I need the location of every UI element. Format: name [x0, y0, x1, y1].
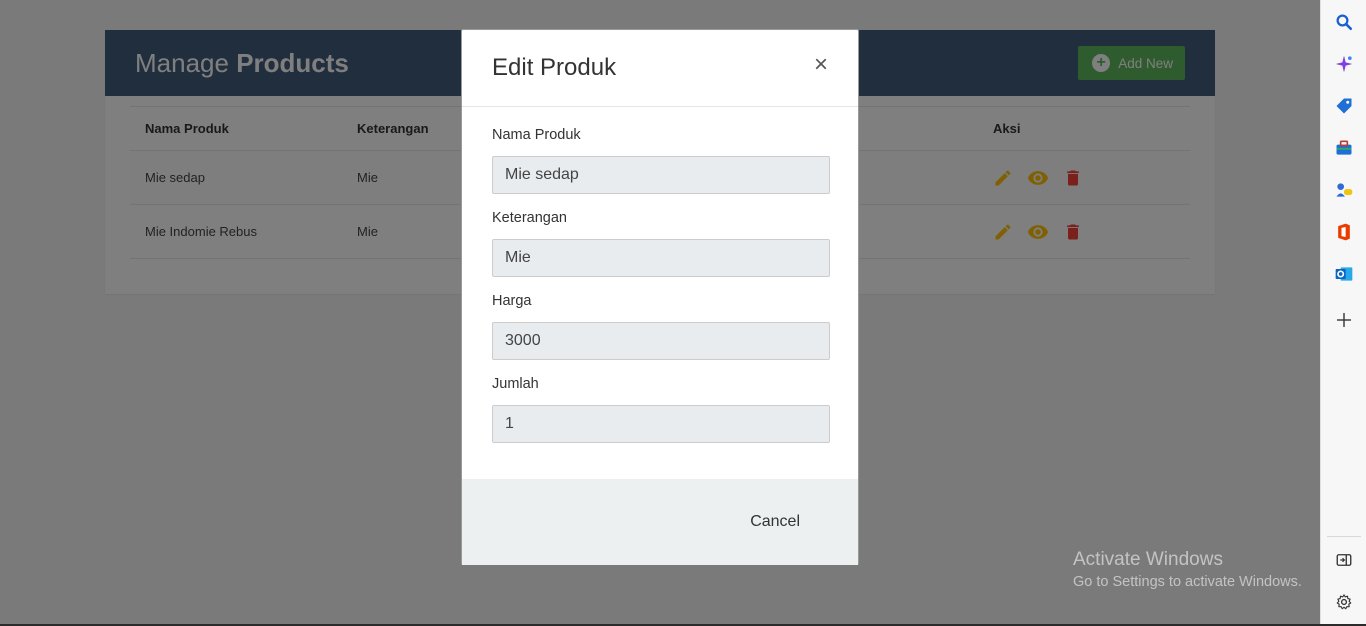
modal-footer: Cancel — [462, 479, 858, 565]
modal-title: Edit Produk — [492, 54, 617, 81]
form-group-harga: Harga 3000 — [492, 293, 830, 376]
outlook-icon[interactable] — [1333, 263, 1355, 285]
edge-sidebar — [1320, 0, 1366, 626]
edit-product-modal: Edit Produk × Nama Produk Mie sedap Kete… — [461, 29, 859, 565]
form-group-keterangan: Keterangan Mie — [492, 210, 830, 293]
cancel-button[interactable]: Cancel — [750, 513, 800, 531]
keterangan-field[interactable]: Mie — [492, 239, 830, 277]
jumlah-label: Jumlah — [492, 376, 539, 392]
tools-icon[interactable] — [1333, 137, 1355, 159]
harga-field[interactable]: 3000 — [492, 322, 830, 360]
nama-produk-label: Nama Produk — [492, 127, 581, 143]
shopping-tag-icon[interactable] — [1333, 95, 1355, 117]
sidebar-toggle-icon[interactable] — [1333, 549, 1355, 571]
settings-icon[interactable] — [1333, 591, 1355, 613]
search-icon[interactable] — [1333, 11, 1355, 33]
modal-body: Nama Produk Mie sedap Keterangan Mie Har… — [462, 107, 858, 459]
form-group-nama-produk: Nama Produk Mie sedap — [492, 127, 830, 210]
nama-produk-field[interactable]: Mie sedap — [492, 156, 830, 194]
modal-header: Edit Produk × — [462, 30, 858, 107]
office-icon[interactable] — [1333, 221, 1355, 243]
activate-windows-subtitle: Go to Settings to activate Windows. — [1073, 574, 1302, 590]
jumlah-field[interactable]: 1 — [492, 405, 830, 443]
form-group-jumlah: Jumlah 1 — [492, 376, 830, 459]
sidebar-separator — [1327, 536, 1361, 537]
harga-label: Harga — [492, 293, 532, 309]
activate-windows-title: Activate Windows — [1073, 549, 1223, 570]
games-icon[interactable] — [1333, 179, 1355, 201]
close-icon[interactable]: × — [814, 53, 828, 77]
add-icon[interactable] — [1333, 309, 1355, 331]
copilot-icon[interactable] — [1333, 53, 1355, 75]
keterangan-label: Keterangan — [492, 210, 567, 226]
activate-windows-watermark: Activate Windows Go to Settings to activ… — [1073, 549, 1302, 590]
